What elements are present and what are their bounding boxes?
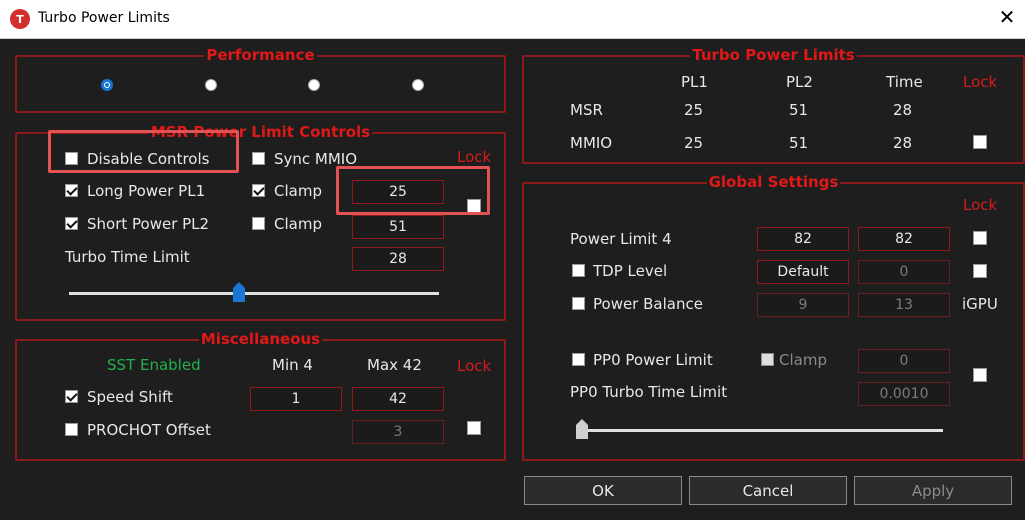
dialog-client: Performance MSR Power Limit Controls Loc… — [1, 39, 1025, 517]
performance-group: Performance — [15, 46, 506, 113]
speed-shift-min-input[interactable]: 1 — [250, 387, 342, 411]
clamp-pl1-label: Clamp — [274, 182, 322, 200]
miscellaneous-group: Miscellaneous SST Enabled Min 4 Max 42 L… — [15, 330, 506, 461]
tpl-msr-time: 28 — [893, 101, 913, 119]
global-settings-group: Global Settings Lock Power Limit 4 82 82… — [522, 173, 1025, 461]
prochot-lock-checkbox[interactable] — [467, 421, 481, 435]
clamp-pl1-checkbox[interactable] — [252, 184, 265, 197]
global-lock-label: Lock — [963, 196, 998, 214]
sync-mmio-checkbox[interactable] — [252, 152, 265, 165]
tpl-mmio-pl1: 25 — [684, 134, 704, 152]
prochot-offset-input[interactable]: 3 — [352, 420, 444, 444]
window-title: Turbo Power Limits — [38, 10, 170, 26]
pl2-input[interactable]: 51 — [352, 215, 444, 239]
pp0-power-limit-label: PP0 Power Limit — [593, 351, 713, 369]
tpl-mmio-label: MMIO — [570, 134, 613, 152]
turbo-time-slider-track[interactable] — [69, 292, 439, 295]
pp0-power-limit-input[interactable]: 0 — [858, 349, 950, 373]
power-balance-checkbox[interactable] — [572, 297, 585, 310]
performance-radio-1[interactable] — [101, 79, 113, 91]
apply-button[interactable]: Apply — [854, 476, 1012, 505]
pp0-turbo-time-limit-label: PP0 Turbo Time Limit — [570, 383, 728, 401]
clamp-pl2-label: Clamp — [274, 215, 322, 233]
speed-shift-label: Speed Shift — [87, 388, 173, 406]
highlight-disable-controls — [48, 130, 239, 173]
tpl-mmio-time: 28 — [893, 134, 913, 152]
turbo-power-limits-group: Turbo Power Limits PL1 PL2 Time Lock MSR… — [522, 46, 1025, 164]
pp0-slider-thumb[interactable] — [576, 419, 588, 439]
pp0-power-limit-checkbox[interactable] — [572, 353, 585, 366]
pp0-lock-checkbox[interactable] — [973, 368, 987, 382]
long-power-pl1-label: Long Power PL1 — [87, 182, 206, 200]
turbo-time-limit-input[interactable]: 28 — [352, 247, 444, 271]
global-legend: Global Settings — [706, 173, 841, 191]
long-power-pl1-checkbox[interactable] — [65, 184, 78, 197]
tpl-msr-pl2: 51 — [789, 101, 809, 119]
pp0-clamp-checkbox[interactable] — [761, 353, 774, 366]
misc-legend: Miscellaneous — [198, 330, 323, 348]
tpl-mmio-pl2: 51 — [789, 134, 809, 152]
igpu-label: iGPU — [962, 295, 998, 313]
turbo-time-slider-thumb[interactable] — [233, 282, 246, 302]
misc-lock-label: Lock — [457, 357, 492, 375]
power-balance-input-a[interactable]: 9 — [757, 293, 849, 317]
tdp-level-select[interactable]: Default — [757, 260, 849, 284]
pp0-clamp-label: Clamp — [779, 351, 827, 369]
speed-shift-checkbox[interactable] — [65, 390, 78, 403]
tpl-col-time: Time — [886, 73, 923, 91]
sst-enabled-label: SST Enabled — [107, 356, 201, 374]
pl4-input-a[interactable]: 82 — [757, 227, 849, 251]
tpl-msr-pl1: 25 — [684, 101, 704, 119]
speed-shift-max-input[interactable]: 42 — [352, 387, 444, 411]
tpl-col-pl2: PL2 — [786, 73, 813, 91]
tdp-level-input[interactable]: 0 — [858, 260, 950, 284]
ok-button[interactable]: OK — [524, 476, 682, 505]
mmio-lock-checkbox[interactable] — [973, 135, 987, 149]
pp0-slider-track[interactable] — [576, 429, 943, 432]
tpl-col-pl1: PL1 — [681, 73, 708, 91]
msr-lock-label: Lock — [457, 148, 492, 166]
performance-radio-4[interactable] — [412, 79, 424, 91]
cancel-button[interactable]: Cancel — [689, 476, 847, 505]
app-icon: T — [10, 9, 30, 29]
short-power-pl2-label: Short Power PL2 — [87, 215, 210, 233]
speed-min-label: Min 4 — [272, 356, 313, 374]
pl4-input-b[interactable]: 82 — [858, 227, 950, 251]
title-bar: T Turbo Power Limits ✕ — [0, 0, 1025, 39]
close-icon[interactable]: ✕ — [997, 5, 1017, 29]
pp0-turbo-time-limit-input[interactable]: 0.0010 — [858, 382, 950, 406]
tpl-msr-label: MSR — [570, 101, 603, 119]
performance-legend: Performance — [204, 46, 317, 64]
performance-radio-2[interactable] — [205, 79, 217, 91]
tpl-legend: Turbo Power Limits — [690, 46, 857, 64]
tdp-level-label: TDP Level — [593, 262, 668, 280]
power-limit-4-label: Power Limit 4 — [570, 230, 672, 248]
tdp-level-checkbox[interactable] — [572, 264, 585, 277]
speed-max-label: Max 42 — [367, 356, 422, 374]
tpl-lock-label: Lock — [963, 73, 998, 91]
power-balance-label: Power Balance — [593, 295, 703, 313]
prochot-offset-checkbox[interactable] — [65, 423, 78, 436]
short-power-pl2-checkbox[interactable] — [65, 217, 78, 230]
turbo-time-limit-label: Turbo Time Limit — [65, 248, 190, 266]
prochot-offset-label: PROCHOT Offset — [87, 421, 211, 439]
pl4-lock-checkbox[interactable] — [973, 231, 987, 245]
highlight-pl1-lock — [336, 166, 490, 215]
clamp-pl2-checkbox[interactable] — [252, 217, 265, 230]
tdp-lock-checkbox[interactable] — [973, 264, 987, 278]
performance-radio-3[interactable] — [308, 79, 320, 91]
power-balance-input-b[interactable]: 13 — [858, 293, 950, 317]
